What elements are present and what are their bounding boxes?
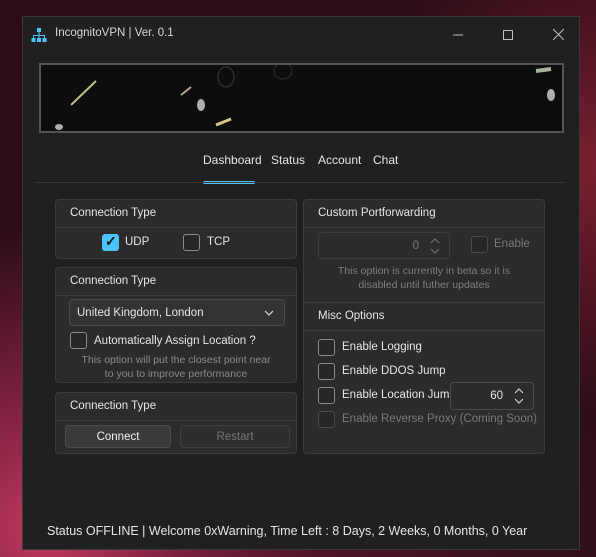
network-icon — [31, 28, 47, 42]
tabs-divider — [35, 182, 565, 183]
window-title: IncognitoVPN | Ver. 0.1 — [55, 27, 174, 39]
port-value: 0 — [412, 240, 419, 252]
chevron-down-icon — [264, 310, 274, 316]
maximize-button[interactable] — [493, 23, 523, 47]
maximize-icon — [503, 30, 513, 40]
panel-header: Custom Portforwarding — [304, 200, 544, 228]
auto-location-label: Automatically Assign Location ? — [94, 335, 256, 347]
connect-button[interactable]: Connect — [65, 425, 171, 448]
tab-status[interactable]: Status — [271, 153, 305, 167]
panel-title: Connection Type — [70, 275, 157, 287]
reverse-proxy-checkbox[interactable] — [318, 411, 335, 428]
udp-label: UDP — [125, 236, 150, 248]
banner-graphic — [41, 65, 562, 131]
portforwarding-note: This option is currently in beta so it i… — [337, 265, 511, 291]
minimize-button[interactable] — [443, 23, 473, 47]
spin-arrows-icon — [514, 388, 524, 404]
ddos-jump-checkbox[interactable] — [318, 363, 335, 380]
connect-panel: Connection Type Connect Restart — [55, 392, 297, 454]
auto-location-note: This option will put the closest point n… — [81, 354, 271, 380]
reverse-proxy-label: Enable Reverse Proxy (Coming Soon) — [342, 413, 537, 425]
title-bar: IncognitoVPN | Ver. 0.1 — [23, 17, 579, 53]
close-button[interactable] — [543, 23, 573, 47]
connection-protocol-panel: Connection Type UDP TCP — [55, 199, 297, 259]
location-jump-checkbox[interactable] — [318, 387, 335, 404]
panel-header: Misc Options — [304, 303, 544, 331]
auto-location-checkbox[interactable] — [70, 332, 87, 349]
status-bar: Status OFFLINE | Welcome 0xWarning, Time… — [23, 515, 579, 549]
port-enable-checkbox[interactable] — [471, 236, 488, 253]
tab-account[interactable]: Account — [318, 153, 361, 167]
minimize-icon — [453, 34, 463, 36]
location-jump-label: Enable Location Jump — [342, 389, 456, 401]
udp-checkbox[interactable] — [102, 233, 119, 251]
ddos-jump-label: Enable DDOS Jump — [342, 365, 446, 377]
panel-header: Connection Type — [56, 268, 296, 296]
tab-bar: Dashboard Status Account Chat — [23, 153, 579, 183]
location-jump-input[interactable]: 60 — [450, 382, 534, 410]
misc-options-panel: Misc Options Enable Logging Enable DDOS … — [303, 302, 545, 454]
tcp-checkbox[interactable] — [183, 234, 200, 251]
location-selected: United Kingdom, London — [77, 307, 204, 319]
tab-chat[interactable]: Chat — [373, 153, 398, 167]
spin-arrows-icon — [430, 238, 440, 254]
panel-title: Custom Portforwarding — [318, 207, 436, 219]
logging-checkbox[interactable] — [318, 339, 335, 356]
port-enable-label: Enable — [494, 238, 530, 250]
status-text: Status OFFLINE | Welcome 0xWarning, Time… — [47, 524, 528, 538]
panel-title: Misc Options — [318, 310, 385, 322]
tab-dashboard[interactable]: Dashboard — [203, 153, 262, 167]
banner-image — [39, 63, 564, 133]
location-panel: Connection Type United Kingdom, London A… — [55, 267, 297, 383]
panel-title: Connection Type — [70, 207, 157, 219]
portforwarding-panel: Custom Portforwarding 0 Enable This opti… — [303, 199, 545, 309]
app-window: IncognitoVPN | Ver. 0.1 Dashboard Status — [22, 16, 580, 550]
panel-title: Connection Type — [70, 400, 157, 412]
close-icon — [552, 28, 564, 41]
location-dropdown[interactable]: United Kingdom, London — [69, 299, 285, 326]
tcp-label: TCP — [207, 236, 230, 248]
restart-button[interactable]: Restart — [180, 425, 290, 448]
panel-header: Connection Type — [56, 200, 296, 228]
logging-label: Enable Logging — [342, 341, 422, 353]
panel-header: Connection Type — [56, 393, 296, 421]
port-input[interactable]: 0 — [318, 232, 450, 259]
location-jump-value: 60 — [490, 390, 503, 402]
